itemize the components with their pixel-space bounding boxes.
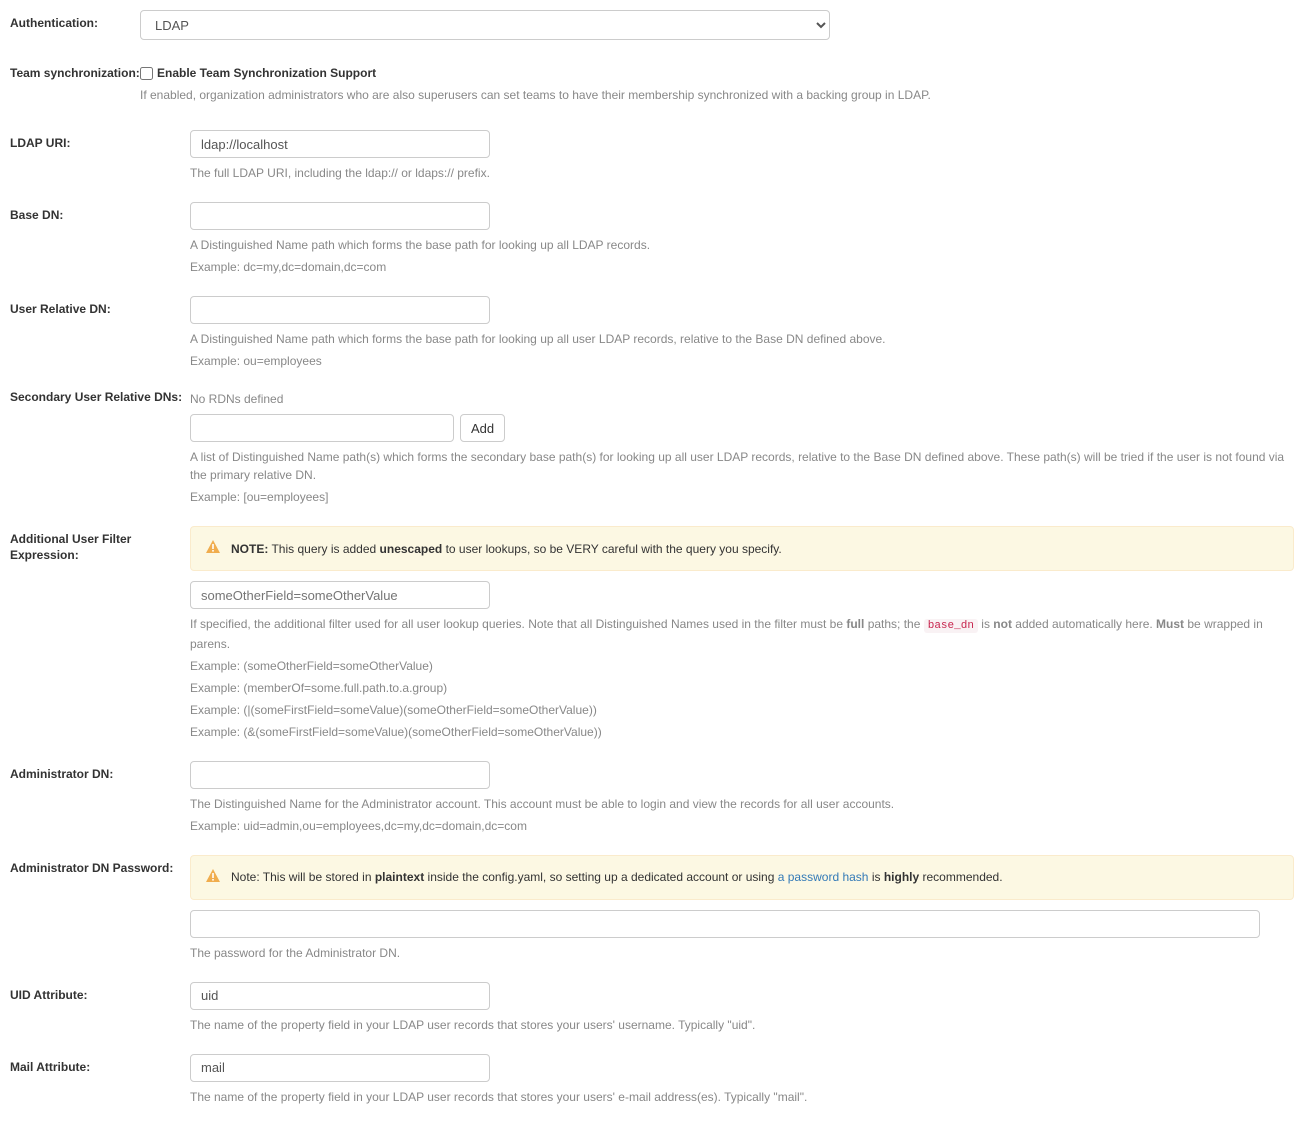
filter-expr-ex4: Example: (&(someFirstField=someValue)(so…	[190, 723, 1294, 741]
team-sync-checkbox-label[interactable]: Enable Team Synchronization Support	[157, 66, 376, 80]
filter-expr-warning: NOTE: This query is added unescaped to u…	[190, 526, 1294, 571]
ldap-uri-input[interactable]	[190, 130, 490, 158]
filter-expr-label: Additional User Filter Expression:	[10, 526, 190, 563]
ldap-uri-help: The full LDAP URI, including the ldap://…	[190, 164, 1294, 182]
warning-icon	[205, 539, 221, 558]
team-sync-label: Team synchronization:	[10, 66, 140, 82]
authentication-label: Authentication:	[10, 10, 140, 32]
filter-expr-input[interactable]	[190, 581, 490, 609]
authentication-select[interactable]: LDAP	[140, 10, 830, 40]
secondary-rdn-add-button[interactable]: Add	[460, 414, 505, 442]
base-dn-label: Base DN:	[10, 202, 190, 224]
filter-expr-ex1: Example: (someOtherField=someOtherValue)	[190, 657, 1294, 675]
password-hash-link[interactable]: a password hash	[778, 870, 869, 884]
user-rdn-help2: Example: ou=employees	[190, 352, 1294, 370]
base-dn-help2: Example: dc=my,dc=domain,dc=com	[190, 258, 1294, 276]
secondary-rdn-input[interactable]	[190, 414, 454, 442]
ldap-uri-label: LDAP URI:	[10, 130, 190, 152]
admin-pw-input[interactable]	[190, 910, 1260, 938]
user-rdn-input[interactable]	[190, 296, 490, 324]
secondary-rdn-empty: No RDNs defined	[190, 390, 1294, 408]
base-dn-help1: A Distinguished Name path which forms th…	[190, 236, 1294, 254]
admin-pw-label: Administrator DN Password:	[10, 855, 190, 877]
filter-expr-ex2: Example: (memberOf=some.full.path.to.a.g…	[190, 679, 1294, 697]
secondary-rdn-help1: A list of Distinguished Name path(s) whi…	[190, 448, 1294, 484]
secondary-rdn-help2: Example: [ou=employees]	[190, 488, 1294, 506]
base-dn-input[interactable]	[190, 202, 490, 230]
team-sync-checkbox[interactable]	[140, 67, 153, 80]
admin-pw-warning: Note: This will be stored in plaintext i…	[190, 855, 1294, 900]
admin-dn-help2: Example: uid=admin,ou=employees,dc=my,dc…	[190, 817, 1294, 835]
user-rdn-help1: A Distinguished Name path which forms th…	[190, 330, 1294, 348]
secondary-rdn-label: Secondary User Relative DNs:	[10, 390, 190, 406]
mail-attr-input[interactable]	[190, 1054, 490, 1082]
admin-pw-help: The password for the Administrator DN.	[190, 944, 1294, 962]
warning-icon	[205, 868, 221, 887]
filter-expr-help1: If specified, the additional filter used…	[190, 615, 1294, 653]
uid-attr-help: The name of the property field in your L…	[190, 1016, 1294, 1034]
uid-attr-input[interactable]	[190, 982, 490, 1010]
admin-dn-input[interactable]	[190, 761, 490, 789]
team-sync-help: If enabled, organization administrators …	[140, 86, 1294, 104]
uid-attr-label: UID Attribute:	[10, 982, 190, 1004]
mail-attr-help: The name of the property field in your L…	[190, 1088, 1294, 1106]
filter-expr-ex3: Example: (|(someFirstField=someValue)(so…	[190, 701, 1294, 719]
mail-attr-label: Mail Attribute:	[10, 1054, 190, 1076]
admin-dn-label: Administrator DN:	[10, 761, 190, 783]
user-rdn-label: User Relative DN:	[10, 296, 190, 318]
admin-dn-help1: The Distinguished Name for the Administr…	[190, 795, 1294, 813]
